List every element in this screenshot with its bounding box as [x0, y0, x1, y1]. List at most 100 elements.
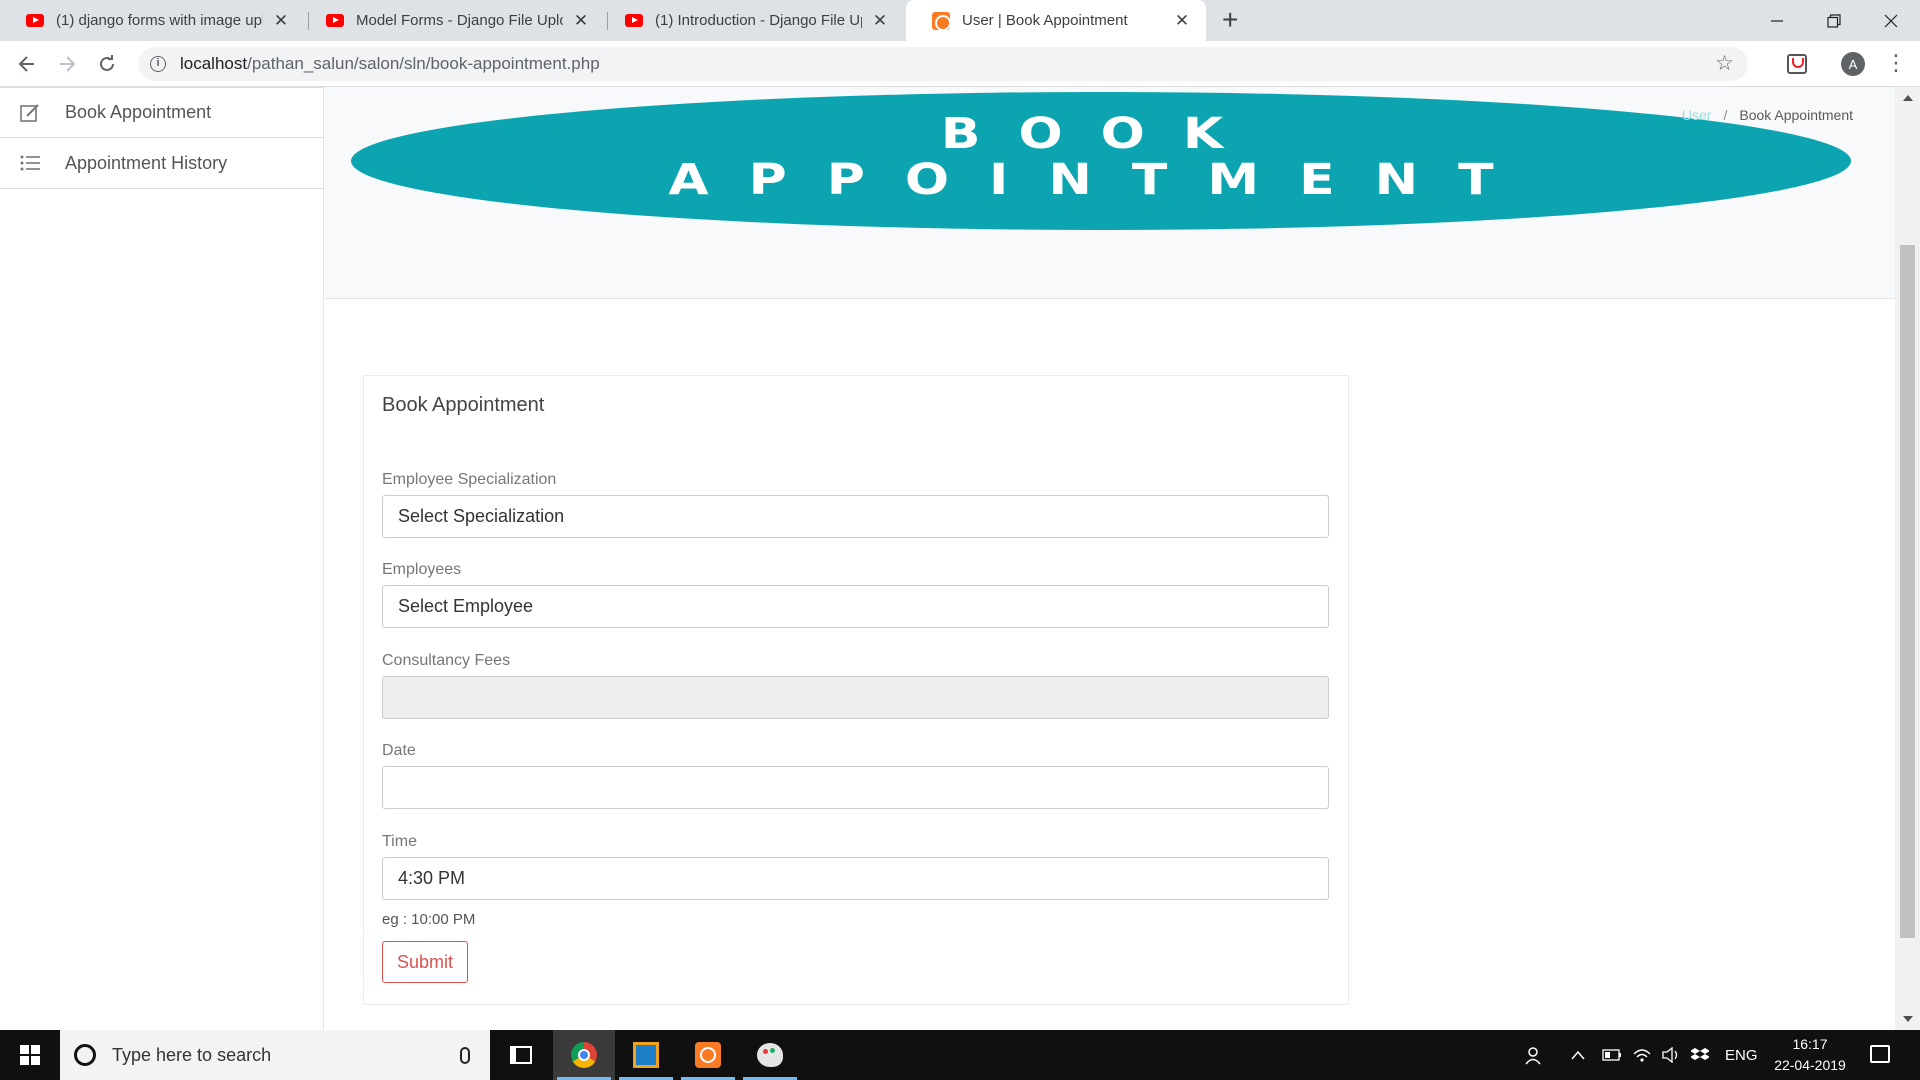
browser-tab-strip: (1) django forms with image uplo ✕ Model… — [0, 0, 1920, 41]
browser-tab-1[interactable]: (1) django forms with image uplo ✕ — [0, 0, 305, 41]
breadcrumb-separator: / — [1723, 107, 1728, 123]
start-button[interactable] — [0, 1030, 60, 1080]
windows-taskbar: Type here to search ENG 16:17 22-04-2019 — [0, 1030, 1920, 1080]
breadcrumb-root[interactable]: User — [1682, 107, 1712, 123]
browser-tab-active[interactable]: User | Book Appointment ✕ — [906, 0, 1206, 41]
close-icon[interactable]: ✕ — [870, 11, 890, 31]
tab-title: (1) Introduction - Django File Upl — [655, 12, 862, 29]
url-path: /pathan_salun/salon/sln/book-appointment… — [247, 54, 600, 73]
submit-button[interactable]: Submit — [382, 941, 468, 983]
dropbox-icon[interactable] — [1691, 1030, 1709, 1080]
tab-title: Model Forms - Django File Uploa — [356, 12, 563, 29]
close-icon[interactable]: ✕ — [1172, 11, 1192, 31]
arrow-left-icon — [18, 56, 34, 72]
time-label: Time — [382, 833, 417, 850]
battery-icon[interactable] — [1602, 1030, 1622, 1080]
clock-time: 16:17 — [1792, 1036, 1828, 1052]
url-host: localhost — [180, 54, 248, 73]
chrome-icon — [571, 1042, 597, 1068]
list-icon — [19, 152, 41, 174]
profile-avatar[interactable]: A — [1841, 52, 1865, 76]
time-field-value: 4:30 PM — [398, 868, 466, 888]
taskbar-chrome[interactable] — [553, 1030, 615, 1080]
date-label: Date — [382, 742, 416, 759]
restore-button[interactable] — [1805, 0, 1863, 41]
scroll-up-arrow-icon[interactable] — [1903, 95, 1913, 101]
forward-button[interactable] — [52, 49, 82, 79]
employees-label: Employees — [382, 561, 462, 578]
volume-icon[interactable] — [1662, 1030, 1682, 1080]
scrollbar-thumb[interactable] — [1900, 245, 1915, 938]
task-view-icon — [510, 1046, 532, 1064]
browser-menu-icon[interactable]: ⋮ — [1885, 51, 1907, 75]
wifi-icon[interactable] — [1633, 1030, 1651, 1080]
taskbar-search[interactable]: Type here to search — [60, 1030, 490, 1080]
language-indicator[interactable]: ENG — [1725, 1030, 1758, 1080]
virtualbox-icon — [633, 1042, 659, 1068]
window-close-button[interactable] — [1862, 0, 1920, 41]
notification-center-icon[interactable] — [1870, 1045, 1890, 1063]
main-content: BOOK APPOINTMENT User / Book Appointment B… — [325, 87, 1895, 1030]
taskbar-xampp[interactable] — [677, 1030, 739, 1080]
task-view-button[interactable] — [490, 1030, 552, 1080]
page-header: BOOK APPOINTMENT User / Book Appointment — [325, 87, 1895, 299]
breadcrumb-current: Book Appointment — [1739, 107, 1853, 123]
browser-toolbar: i localhost/pathan_salun/salon/sln/book-… — [0, 41, 1920, 87]
specialization-select-value: Select Specialization — [398, 506, 565, 526]
arrow-right-icon — [60, 56, 76, 72]
cortana-icon — [74, 1044, 96, 1066]
panel-title: Book Appointment — [382, 394, 545, 416]
scroll-down-arrow-icon[interactable] — [1903, 1016, 1913, 1022]
sidebar-item-appointment-history[interactable]: Appointment History — [0, 138, 324, 189]
taskbar-paint[interactable] — [739, 1030, 801, 1080]
edit-icon — [19, 102, 41, 124]
close-icon[interactable]: ✕ — [571, 11, 591, 31]
address-bar[interactable]: i localhost/pathan_salun/salon/sln/book-… — [138, 47, 1748, 81]
youtube-icon — [326, 14, 344, 27]
url-text: localhost/pathan_salun/salon/sln/book-ap… — [180, 54, 600, 74]
youtube-icon — [625, 14, 643, 27]
taskbar-search-placeholder: Type here to search — [112, 1044, 272, 1065]
chevron-up-icon[interactable] — [1571, 1030, 1585, 1080]
specialization-label: Employee Specialization — [382, 471, 557, 488]
bookmark-star-icon[interactable]: ☆ — [1715, 51, 1734, 76]
sidebar-item-label: Book Appointment — [65, 102, 212, 122]
sidebar: Book Appointment Appointment History — [0, 87, 324, 1030]
back-button[interactable] — [12, 49, 42, 79]
breadcrumb: User / Book Appointment — [1682, 107, 1853, 123]
banner-title-line-1: BOOK — [940, 109, 1262, 159]
minimize-button[interactable] — [1748, 0, 1806, 41]
employee-select[interactable]: Select Employee — [382, 585, 1329, 628]
page-banner: BOOK APPOINTMENT — [351, 92, 1851, 230]
tab-title: (1) django forms with image uplo — [56, 12, 263, 29]
new-tab-button[interactable]: + — [1222, 4, 1238, 36]
consultancy-fees-label: Consultancy Fees — [382, 652, 511, 669]
time-field[interactable]: 4:30 PM — [382, 857, 1329, 900]
specialization-select[interactable]: Select Specialization — [382, 495, 1329, 538]
windows-logo-icon — [20, 1045, 40, 1065]
book-appointment-panel: Book Appointment Employee Specialization… — [363, 375, 1349, 1005]
microphone-icon[interactable] — [460, 1046, 470, 1064]
sidebar-item-book-appointment[interactable]: Book Appointment — [0, 87, 324, 138]
system-clock[interactable]: 16:17 22-04-2019 — [1760, 1034, 1860, 1076]
time-hint: eg : 10:00 PM — [382, 911, 476, 928]
info-icon[interactable]: i — [150, 56, 166, 72]
reload-icon — [100, 55, 114, 71]
date-field[interactable] — [382, 766, 1329, 809]
banner-title-line-2: APPOINTMENT — [668, 155, 1534, 205]
sidebar-item-label: Appointment History — [65, 152, 228, 173]
clock-date: 22-04-2019 — [1774, 1057, 1846, 1073]
tab-title: User | Book Appointment — [962, 12, 1128, 29]
close-icon — [1884, 14, 1898, 27]
browser-tab-2[interactable]: Model Forms - Django File Uploa ✕ — [300, 0, 605, 41]
people-icon[interactable] — [1525, 1030, 1545, 1080]
taskbar-virtualbox[interactable] — [615, 1030, 677, 1080]
paint-icon — [757, 1043, 783, 1067]
youtube-icon — [26, 14, 44, 27]
page-scrollbar[interactable] — [1895, 87, 1920, 1030]
reload-button[interactable] — [92, 49, 122, 79]
web-page: Book Appointment Appointment History BOO… — [0, 87, 1920, 1030]
browser-tab-3[interactable]: (1) Introduction - Django File Upl ✕ — [599, 0, 904, 41]
pocket-extension-icon[interactable] — [1787, 54, 1807, 74]
close-icon[interactable]: ✕ — [271, 11, 291, 31]
